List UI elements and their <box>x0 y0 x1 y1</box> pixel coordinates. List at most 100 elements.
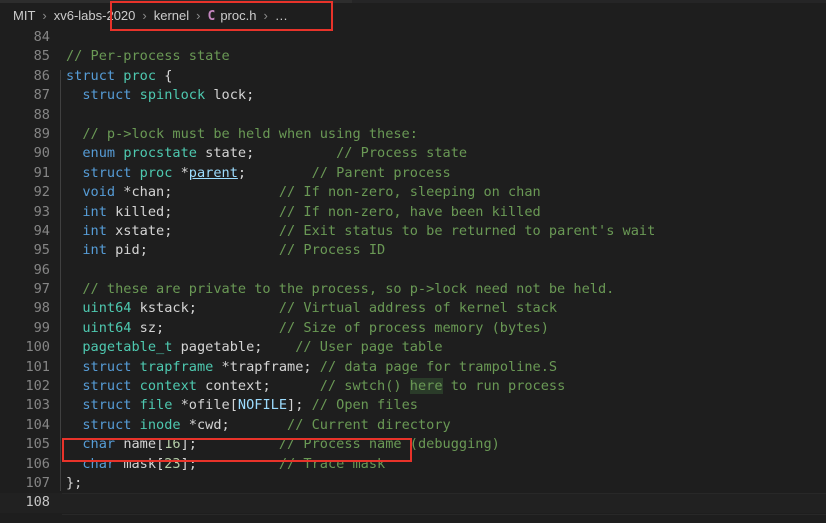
breadcrumb-item-kernel[interactable]: kernel <box>153 8 190 23</box>
token-cmt: // Process ID <box>278 242 386 259</box>
token-pun <box>131 417 139 433</box>
token-pad <box>148 242 279 258</box>
breadcrumb-item-label: MIT <box>13 8 36 23</box>
token-cmt: // swtch() <box>319 378 410 395</box>
line-number-85: 85 <box>33 48 50 65</box>
code-editor[interactable]: 84 85// Per-process state 86 struct proc {8… <box>0 28 826 523</box>
line-content-107: }; <box>66 474 82 493</box>
token-pun: ]; <box>180 436 197 453</box>
line-content-99: uint64 sz; // Size of process memory (by… <box>66 319 549 338</box>
token-typ: uint64 <box>82 300 132 317</box>
code-line-86[interactable]: 86 struct proc { <box>0 67 826 86</box>
token-pun: ; <box>188 300 197 317</box>
code-line-101[interactable]: 101 struct trapframe *trapframe; // data… <box>0 358 826 377</box>
line-number-108: 108 <box>25 494 50 511</box>
token-pun: ; <box>237 164 247 181</box>
token-kw: int <box>82 242 107 259</box>
code-lines-container: 84 85// Per-process state 86 struct proc {8… <box>0 28 826 516</box>
code-line-88[interactable]: 88 <box>0 106 826 125</box>
token-pad <box>271 378 320 394</box>
token-pun <box>197 378 205 394</box>
c-file-icon: C <box>207 8 216 24</box>
code-line-103[interactable]: 103 struct file *ofile[NOFILE]; // Open … <box>0 396 826 415</box>
breadcrumb-item--[interactable]: … <box>274 8 289 23</box>
token-var: mask <box>123 455 157 472</box>
code-line-98[interactable]: 98 uint64 kstack; // Virtual address of … <box>0 299 826 318</box>
token-kw: struct <box>82 416 132 433</box>
token-kw: struct <box>82 164 132 181</box>
token-var: killed <box>115 203 165 220</box>
code-line-96[interactable]: 96 <box>0 261 826 280</box>
code-line-107[interactable]: 107}; <box>0 474 826 493</box>
breadcrumb-item-mit[interactable]: MIT <box>12 8 36 23</box>
breadcrumb-separator-3: › <box>196 8 201 23</box>
line-number-102: 102 <box>25 378 50 395</box>
line-content-93: int killed; // If non-zero, have been ki… <box>66 203 541 222</box>
line-number-100: 100 <box>25 339 50 356</box>
token-typ: inode <box>139 416 181 433</box>
code-line-84[interactable]: 84 <box>0 28 826 47</box>
code-line-87[interactable]: 87 struct spinlock lock; <box>0 86 826 105</box>
code-line-91[interactable]: 91 struct proc *parent; // Parent proces… <box>0 164 826 183</box>
code-line-105[interactable]: 105 char name[16]; // Process name (debu… <box>0 435 826 454</box>
token-pun: ]; <box>180 455 197 472</box>
token-pun <box>172 339 180 355</box>
token-cmt: // Trace mask <box>278 455 386 472</box>
token-typ: trapframe <box>139 358 214 375</box>
line-number-95: 95 <box>33 242 50 259</box>
indent-guide <box>60 69 61 492</box>
token-pad <box>230 417 287 433</box>
token-pad <box>172 223 278 239</box>
code-line-104[interactable]: 104 struct inode *cwd; // Current direct… <box>0 416 826 435</box>
line-content-103: struct file *ofile[NOFILE]; // Open file… <box>66 396 418 415</box>
token-typ: spinlock <box>139 87 206 104</box>
token-var: pid <box>115 242 140 259</box>
token-pad <box>197 300 279 316</box>
token-pun: ; <box>262 378 271 395</box>
breadcrumb[interactable]: MIT › xv6-labs-2020 › kernel › Cproc.h ›… <box>0 3 826 28</box>
code-line-94[interactable]: 94 int xstate; // Exit status to be retu… <box>0 222 826 241</box>
token-kw: struct <box>82 397 132 414</box>
breadcrumb-item-proc-h[interactable]: Cproc.h <box>207 8 258 24</box>
code-line-93[interactable]: 93 int killed; // If non-zero, have been… <box>0 203 826 222</box>
token-kw: struct <box>82 378 132 395</box>
token-pun: ; <box>156 319 165 336</box>
token-typ: uint64 <box>82 319 132 336</box>
token-pad <box>303 397 311 413</box>
line-content-105: char name[16]; // Process name (debuggin… <box>66 435 499 454</box>
code-line-97[interactable]: 97 // these are private to the process, … <box>0 280 826 299</box>
code-line-89[interactable]: 89 // p->lock must be held when using th… <box>0 125 826 144</box>
token-pun: ; <box>139 242 148 259</box>
line-number-91: 91 <box>33 164 50 181</box>
code-line-95[interactable]: 95 int pid; // Process ID <box>0 241 826 260</box>
line-number-89: 89 <box>33 125 50 142</box>
code-line-92[interactable]: 92 void *chan; // If non-zero, sleeping … <box>0 183 826 202</box>
token-pad <box>172 204 278 220</box>
breadcrumb-item-xv6-labs-2020[interactable]: xv6-labs-2020 <box>53 8 137 23</box>
code-line-90[interactable]: 90 enum procstate state; // Process stat… <box>0 144 826 163</box>
code-line-99[interactable]: 99 uint64 sz; // Size of process memory … <box>0 319 826 338</box>
code-line-108[interactable]: 108 <box>0 493 826 516</box>
token-var: chan <box>131 184 165 201</box>
code-line-102[interactable]: 102 struct context context; // swtch() h… <box>0 377 826 396</box>
token-var: state <box>205 145 247 162</box>
code-line-85[interactable]: 85 // Per-process state <box>0 47 826 66</box>
code-line-100[interactable]: 100 pagetable_t pagetable; // User page … <box>0 338 826 357</box>
line-content-85: // Per-process state <box>66 47 230 66</box>
token-cmt: // If non-zero, have been killed <box>278 203 541 220</box>
token-pun: ; <box>221 416 230 433</box>
token-kw: enum <box>82 145 116 162</box>
token-num: 16 <box>164 436 181 453</box>
token-pun <box>131 87 139 103</box>
line-number-101: 101 <box>25 358 50 375</box>
token-var: ofile <box>188 397 230 414</box>
vscode-editor-window: MIT › xv6-labs-2020 › kernel › Cproc.h › … 84 85 /… <box>0 0 826 523</box>
token-kw: char <box>82 455 116 472</box>
token-cmt: to run process <box>442 378 566 395</box>
token-pun <box>131 378 139 394</box>
code-line-106[interactable]: 106 char mask[23]; // Trace mask <box>0 455 826 474</box>
breadcrumb-item-label: kernel <box>153 8 190 23</box>
line-content-95: int pid; // Process ID <box>66 241 385 260</box>
token-pun <box>107 223 115 239</box>
token-cmt: // Per-process state <box>66 48 230 65</box>
